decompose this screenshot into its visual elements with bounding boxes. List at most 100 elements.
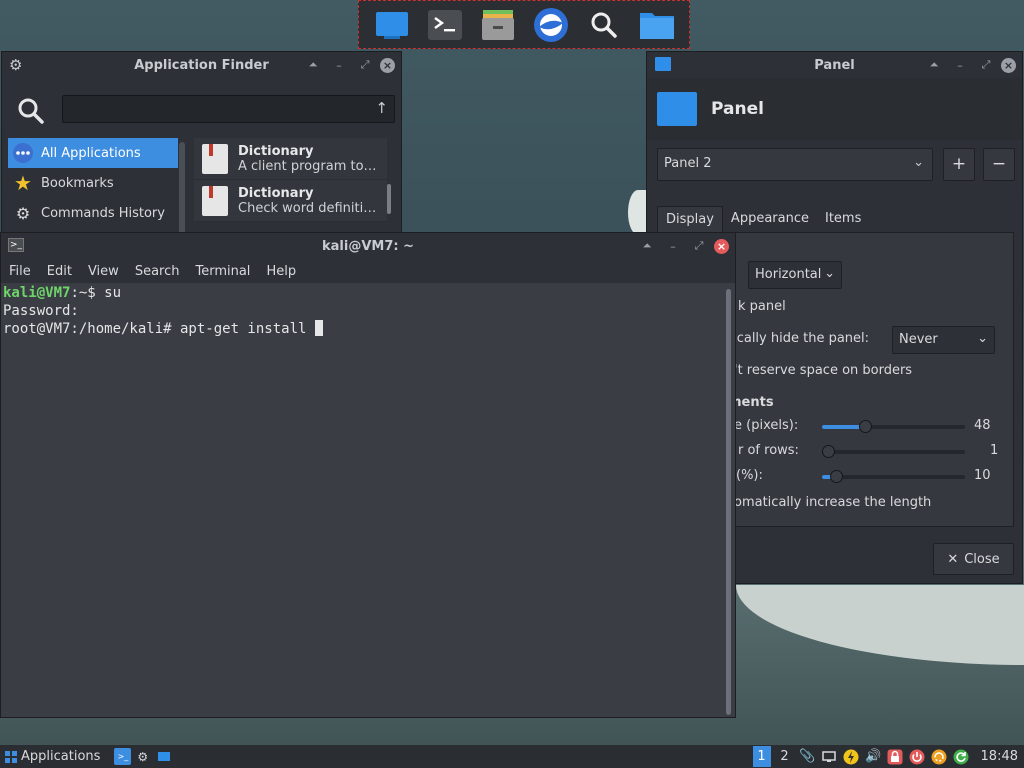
maximize-icon[interactable]: ⤢ <box>688 235 710 257</box>
gear-icon[interactable]: ⚙ <box>9 56 22 74</box>
size-slider-knob[interactable] <box>858 420 872 433</box>
panel-titlebar[interactable]: Panel ⏶ – ⤢ × <box>647 52 1022 78</box>
finder-titlebar[interactable]: ⚙ Application Finder ⏶ – ⤢ × <box>2 52 401 78</box>
list-item[interactable]: Dictionary Check word definiti… <box>194 180 387 222</box>
dock-terminal-icon[interactable] <box>425 5 465 45</box>
lock-panel-label[interactable]: k panel <box>738 299 786 314</box>
mode-dropdown[interactable]: Horizontal ⌄ <box>748 261 842 289</box>
rows-slider[interactable] <box>822 445 965 458</box>
remove-panel-button[interactable]: − <box>983 148 1015 181</box>
shade-icon[interactable]: ⏶ <box>636 235 658 257</box>
close-button-label: Close <box>964 551 1000 567</box>
maximize-icon[interactable]: ⤢ <box>975 54 997 76</box>
terminal-window: >_ kali@VM7: ~ ⏶ – ⤢ × File Edit View Se… <box>0 232 736 718</box>
star-icon: ★ <box>14 171 32 195</box>
category-commands-history[interactable]: ⚙ Commands History <box>8 198 178 228</box>
command-text: su <box>104 285 122 301</box>
close-icon[interactable]: × <box>380 57 395 73</box>
refresh-icon[interactable] <box>953 748 970 765</box>
menu-view[interactable]: View <box>88 264 127 279</box>
category-bookmarks[interactable]: ★ Bookmarks <box>8 168 178 198</box>
app-name: Dictionary <box>238 143 314 159</box>
panel-select-value: Panel 2 <box>664 156 712 171</box>
bottom-taskbar: Applications >_ ⚙ 1 2 📎 🔊 18:48 <box>0 745 1024 768</box>
panel-tabs: Display Appearance Items <box>657 206 869 233</box>
clock[interactable]: 18:48 <box>981 749 1018 764</box>
dictionary-icon <box>202 143 228 174</box>
command-text: root@VM7:/home/kali# apt-get install <box>3 321 315 337</box>
workspace-2[interactable]: 2 <box>776 746 794 767</box>
app-list: Dictionary A client program to… Dictiona… <box>194 138 387 222</box>
panel-select-dropdown[interactable]: Panel 2 ⌄ <box>657 148 933 181</box>
dictionary-icon <box>202 185 228 216</box>
close-icon[interactable]: × <box>1001 57 1016 73</box>
add-panel-button[interactable]: + <box>943 148 975 181</box>
wallpaper-swirl-left <box>628 190 648 235</box>
workspace-1[interactable]: 1 <box>752 746 771 767</box>
taskbar-terminal-icon[interactable]: >_ <box>114 748 132 765</box>
menu-terminal[interactable]: Terminal <box>195 264 258 279</box>
search-input[interactable]: ↑ <box>62 95 395 123</box>
menu-edit[interactable]: Edit <box>47 264 80 279</box>
length-value: 10 <box>974 468 991 483</box>
lock-icon[interactable] <box>887 748 904 765</box>
power-manager-icon[interactable] <box>843 748 860 765</box>
updates-icon[interactable] <box>931 748 948 765</box>
minimize-icon[interactable]: – <box>662 235 684 257</box>
menu-search[interactable]: Search <box>135 264 188 279</box>
length-slider[interactable] <box>822 470 965 483</box>
terminal-scrollbar[interactable] <box>726 289 731 715</box>
category-label: Commands History <box>41 205 165 221</box>
terminal-titlebar[interactable]: >_ kali@VM7: ~ ⏶ – ⤢ × <box>1 233 735 259</box>
wallpaper-swirl-bottom <box>736 585 1024 665</box>
taskbar-panel-icon[interactable] <box>158 752 171 761</box>
length-label: (%): <box>736 468 763 483</box>
shade-icon[interactable]: ⏶ <box>923 54 945 76</box>
rows-slider-knob[interactable] <box>822 445 835 458</box>
terminal-icon: >_ <box>8 238 24 252</box>
rows-label: r of rows: <box>738 443 799 458</box>
paperclip-icon[interactable]: 📎 <box>799 748 816 765</box>
dock-folder-icon[interactable] <box>637 5 677 45</box>
applications-label: Applications <box>21 749 101 764</box>
monitor-icon[interactable] <box>821 748 838 765</box>
dock-desktop-icon[interactable] <box>372 5 412 45</box>
volume-icon[interactable]: 🔊 <box>865 748 882 765</box>
terminal-line: kali@VM7:~$ su <box>3 284 723 302</box>
size-value: 48 <box>974 418 991 433</box>
applications-menu-button[interactable]: Applications <box>4 749 100 764</box>
close-icon[interactable]: × <box>714 238 729 254</box>
shade-icon[interactable]: ⏶ <box>302 54 324 76</box>
menu-help[interactable]: Help <box>266 264 304 279</box>
list-item[interactable]: Dictionary A client program to… <box>194 138 387 180</box>
tab-display[interactable]: Display <box>657 206 723 233</box>
size-slider[interactable] <box>822 420 965 433</box>
search-icon <box>16 96 46 130</box>
reserve-space-label[interactable]: 't reserve space on borders <box>734 363 912 378</box>
minimize-icon[interactable]: – <box>949 54 971 76</box>
dock-file-manager-icon[interactable] <box>478 5 518 45</box>
autolength-label[interactable]: omatically increase the length <box>734 495 931 510</box>
category-list: All Applications ★ Bookmarks ⚙ Commands … <box>8 138 178 228</box>
taskbar-gear-icon[interactable]: ⚙ <box>137 750 148 764</box>
autohide-dropdown[interactable]: Never ⌄ <box>892 326 995 354</box>
arrow-up-icon[interactable]: ↑ <box>375 99 388 117</box>
dock-search-icon[interactable] <box>584 5 624 45</box>
gear-icon: ⚙ <box>15 203 31 223</box>
tab-items[interactable]: Items <box>817 206 869 233</box>
menu-file[interactable]: File <box>9 264 39 279</box>
kali-icon <box>5 750 17 763</box>
category-label: All Applications <box>41 145 141 161</box>
maximize-icon[interactable]: ⤢ <box>354 54 376 76</box>
length-slider-knob[interactable] <box>830 470 844 483</box>
app-list-scrollbar[interactable] <box>387 184 391 214</box>
category-all-applications[interactable]: All Applications <box>8 138 178 168</box>
terminal-output[interactable]: kali@VM7:~$ su Password: root@VM7:/home/… <box>1 283 725 717</box>
minimize-icon[interactable]: – <box>328 54 350 76</box>
terminal-line: root@VM7:/home/kali# apt-get install <box>3 320 723 338</box>
power-icon[interactable] <box>909 748 926 765</box>
tab-appearance[interactable]: Appearance <box>723 206 817 233</box>
dock-browser-icon[interactable] <box>531 5 571 45</box>
close-button[interactable]: ✕ Close <box>933 543 1014 575</box>
category-scrollbar[interactable] <box>179 142 185 235</box>
